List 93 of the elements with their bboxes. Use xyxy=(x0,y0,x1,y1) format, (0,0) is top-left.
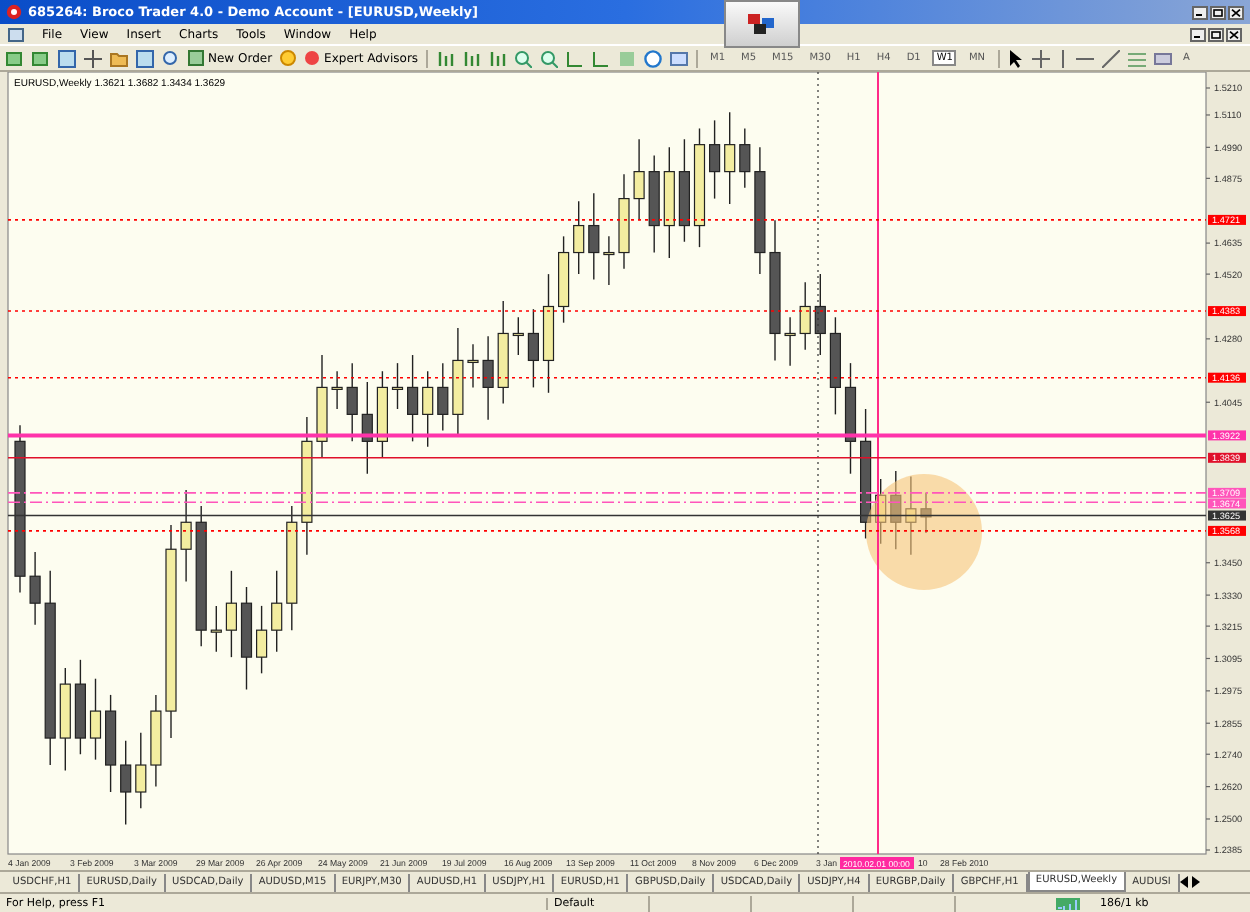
candlestick xyxy=(391,362,404,410)
candlestick xyxy=(74,659,86,755)
candlestick xyxy=(693,127,706,248)
candlestick xyxy=(648,154,660,254)
candlestick xyxy=(89,678,102,761)
document-icon xyxy=(188,50,204,66)
close-icon[interactable] xyxy=(1226,27,1242,41)
candlestick xyxy=(512,316,524,356)
candlestick xyxy=(422,370,434,448)
trendline-icon[interactable] xyxy=(1101,49,1120,67)
warning-icon[interactable] xyxy=(280,50,297,66)
candlestick xyxy=(558,235,570,324)
highlight-circle xyxy=(866,474,982,590)
connection-icon xyxy=(1056,897,1080,909)
candlestick xyxy=(29,551,41,626)
channel-icon[interactable] xyxy=(1153,49,1172,67)
crosshair-icon[interactable] xyxy=(1031,49,1050,67)
candlestick xyxy=(633,138,645,221)
candlestick xyxy=(225,570,237,658)
candlestick xyxy=(407,354,419,443)
window-icon[interactable] xyxy=(58,49,76,67)
zoom-out-icon[interactable] xyxy=(540,49,559,67)
candlestick xyxy=(527,308,539,389)
candlestick xyxy=(180,489,192,583)
candlestick xyxy=(271,570,283,653)
magnifier-icon[interactable] xyxy=(162,49,180,67)
candlestick xyxy=(618,173,630,270)
candlestick xyxy=(105,694,117,793)
candlestick xyxy=(603,235,615,286)
scroll-left-icon[interactable] xyxy=(1179,876,1190,888)
candlestick xyxy=(890,470,902,550)
candlestick xyxy=(754,146,766,275)
candlestick xyxy=(135,731,147,809)
window-icon[interactable] xyxy=(136,49,154,67)
chart-window-icon xyxy=(8,27,24,41)
candlestick xyxy=(799,281,811,351)
horizontal-line-icon[interactable] xyxy=(1075,53,1094,63)
minimize-icon[interactable] xyxy=(1190,27,1206,41)
candlestick xyxy=(316,354,328,459)
candlestick xyxy=(376,370,388,459)
candlestick xyxy=(769,219,781,362)
candlestick xyxy=(120,740,132,826)
candlestick xyxy=(195,505,207,648)
candlestick xyxy=(482,335,494,421)
candlestick xyxy=(678,138,690,243)
candlestick xyxy=(331,370,343,410)
candlestick xyxy=(905,475,917,556)
candlestick xyxy=(256,605,268,675)
restore-icon[interactable] xyxy=(1208,27,1224,41)
candlestick xyxy=(301,416,313,556)
candlestick xyxy=(724,111,736,205)
minimize-icon[interactable] xyxy=(1192,5,1208,19)
crosshair-icon[interactable] xyxy=(84,49,102,67)
record-icon xyxy=(304,50,321,66)
candlestick xyxy=(452,327,464,437)
candlestick xyxy=(920,491,932,534)
candlestick xyxy=(860,408,872,540)
clock-icon[interactable] xyxy=(644,49,663,67)
candlestick xyxy=(240,586,253,691)
floating-panel[interactable] xyxy=(724,0,800,48)
bar-chart-icon[interactable] xyxy=(436,49,455,67)
candlestick xyxy=(875,478,887,545)
scroll-right-icon[interactable] xyxy=(1189,876,1200,888)
candlestick xyxy=(709,119,721,200)
bar-chart-icon[interactable] xyxy=(488,49,507,67)
candlestick xyxy=(150,694,162,788)
candlestick xyxy=(497,300,509,405)
candlestick xyxy=(844,362,857,475)
candlestick xyxy=(467,343,479,389)
candlestick xyxy=(573,200,585,275)
folder-icon[interactable] xyxy=(110,49,128,67)
bar-chart-icon[interactable] xyxy=(462,49,481,67)
template-icon[interactable] xyxy=(670,49,689,67)
candlestick xyxy=(59,667,71,772)
candlestick xyxy=(663,146,675,259)
windows-icon xyxy=(748,14,776,34)
candlestick xyxy=(361,381,373,475)
candlestick xyxy=(814,273,826,356)
candlestick xyxy=(437,362,449,432)
candlestick xyxy=(542,273,555,394)
candlestick xyxy=(286,505,298,631)
candlestick xyxy=(829,316,841,416)
close-icon[interactable] xyxy=(1228,5,1244,19)
candlestick xyxy=(784,316,796,367)
candlestick xyxy=(739,127,751,189)
zoom-in-icon[interactable] xyxy=(514,49,533,67)
candlestick xyxy=(588,192,600,281)
candlestick xyxy=(346,362,358,443)
candlestick xyxy=(210,605,222,653)
vertical-line-icon[interactable] xyxy=(1057,49,1068,67)
app-icon xyxy=(6,4,22,20)
cursor-icon[interactable] xyxy=(1007,49,1024,67)
maximize-icon[interactable] xyxy=(1210,5,1226,19)
